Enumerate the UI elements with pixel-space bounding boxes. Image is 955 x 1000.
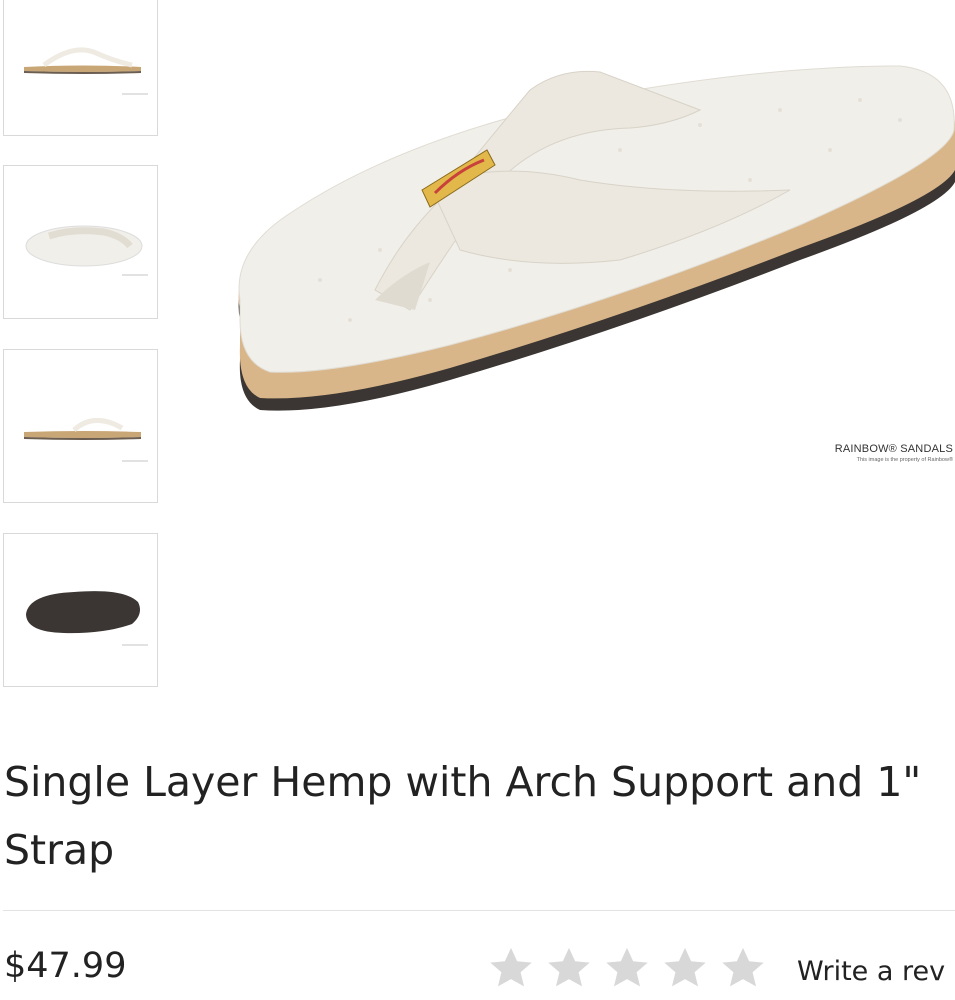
divider	[3, 910, 955, 911]
product-title: Single Layer Hemp with Arch Support and …	[4, 758, 922, 874]
sandal-sole-image	[26, 591, 148, 646]
star-icon[interactable]	[720, 945, 766, 991]
star-icon[interactable]	[604, 945, 650, 991]
star-icon[interactable]	[546, 945, 592, 991]
star-icon[interactable]	[488, 945, 534, 991]
sandal-top-image	[25, 225, 148, 276]
watermark-brand: RAINBOW® SANDALS	[834, 443, 953, 455]
rating-stars[interactable]	[488, 945, 766, 991]
thumbnail-top-view[interactable]	[3, 165, 158, 319]
product-price: $47.99	[4, 946, 127, 986]
image-watermark: RAINBOW® SANDALS This image is the prope…	[835, 443, 953, 463]
thumbnail-side-view-2[interactable]	[3, 349, 158, 503]
sandal-main-illustration	[238, 65, 955, 411]
watermark-note: This image is the property of Rainbow®	[856, 457, 953, 463]
sandal-side-image-2	[24, 418, 148, 462]
star-icon[interactable]	[662, 945, 708, 991]
main-product-image[interactable]: RAINBOW® SANDALS This image is the prope…	[200, 0, 955, 520]
thumbnail-sole-view[interactable]	[3, 533, 158, 687]
thumbnail-side-view[interactable]	[3, 0, 158, 136]
sandal-side-image	[24, 47, 148, 95]
write-review-link[interactable]: Write a rev	[797, 956, 955, 987]
